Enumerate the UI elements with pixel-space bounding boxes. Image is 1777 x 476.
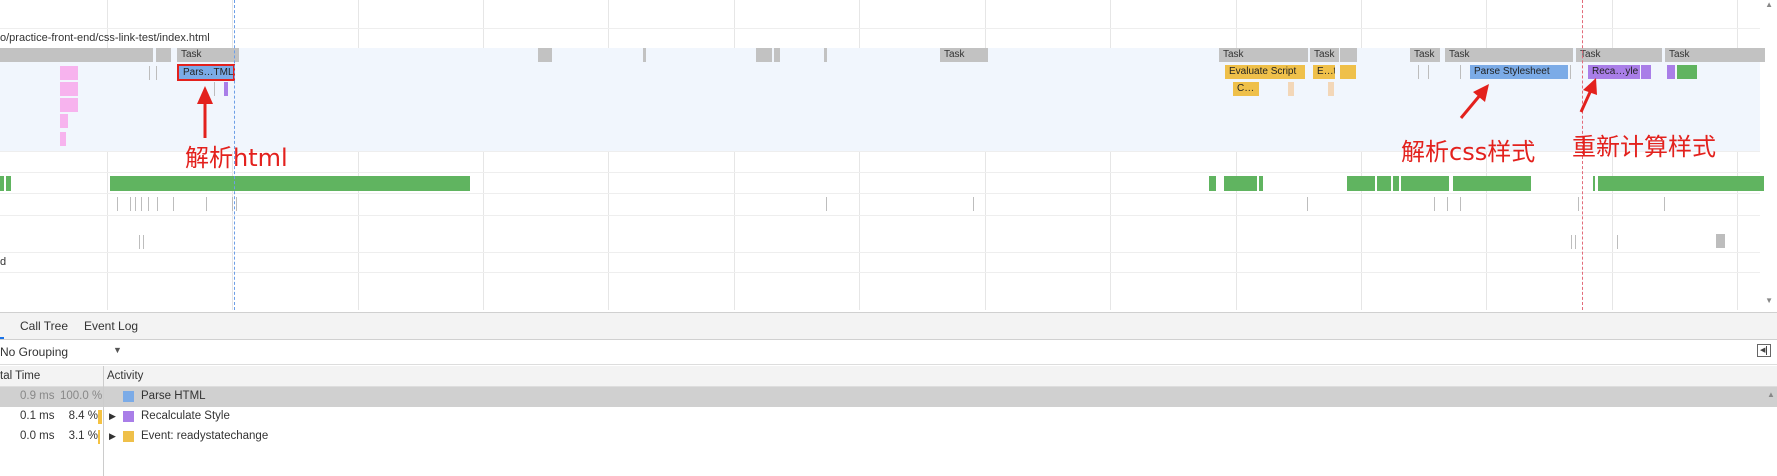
task-block[interactable]: Task bbox=[1310, 48, 1339, 62]
parse-html-event[interactable]: Pars…TML bbox=[177, 64, 235, 81]
event-block[interactable]: C… bbox=[1233, 82, 1259, 96]
row-percent: 8.4 % bbox=[68, 410, 98, 422]
triangle-down-icon: ▼ bbox=[113, 345, 122, 355]
grouping-select[interactable]: No Grouping ▼ bbox=[0, 344, 125, 361]
panel-toggle-icon[interactable]: ◀ bbox=[1757, 344, 1771, 357]
row-activity-name: Parse HTML bbox=[141, 390, 206, 402]
table-row[interactable]: 0.9 ms 100.0 % Parse HTML bbox=[0, 387, 1777, 407]
table-row[interactable]: 0.0 ms 3.1 % ▶ Event: readystatechange bbox=[0, 427, 1777, 447]
event-block[interactable]: E…t bbox=[1313, 65, 1335, 79]
row-percent: 100.0 % bbox=[60, 390, 103, 402]
annotation-recalc-style: 重新计算样式 bbox=[1572, 133, 1716, 161]
task-block[interactable]: Task bbox=[1410, 48, 1440, 62]
task-block[interactable]: Task bbox=[1576, 48, 1662, 62]
annotation-parse-html: 解析html bbox=[185, 144, 288, 172]
parse-stylesheet-event[interactable]: Parse Stylesheet bbox=[1470, 65, 1568, 79]
percent-bar bbox=[98, 430, 100, 444]
row-activity-name: Event: readystatechange bbox=[141, 430, 269, 442]
bottom-tab-bar: Call Tree Event Log bbox=[0, 312, 1777, 340]
tab-call-tree[interactable]: Call Tree bbox=[20, 319, 68, 333]
annotation-arrow-icon bbox=[197, 86, 213, 138]
percent-bar bbox=[98, 410, 102, 424]
page-url: o/practice-front-end/css-link-test/index… bbox=[0, 32, 210, 44]
scroll-up-icon[interactable]: ▲ bbox=[1765, 0, 1773, 9]
evaluate-script-event[interactable]: Evaluate Script bbox=[1225, 65, 1305, 79]
timeline-flamechart[interactable]: o/practice-front-end/css-link-test/index… bbox=[0, 0, 1777, 310]
track-label: d bbox=[0, 256, 7, 268]
tab-event-log[interactable]: Event Log bbox=[84, 319, 138, 333]
grouping-toolbar: No Grouping ▼ ◀ bbox=[0, 340, 1777, 365]
task-block[interactable]: Task bbox=[1445, 48, 1573, 62]
table-header: tal Time Activity bbox=[0, 366, 1777, 387]
task-block[interactable]: Task bbox=[1665, 48, 1765, 62]
scroll-up-icon[interactable]: ▲ bbox=[1767, 390, 1775, 399]
triangle-right-icon[interactable]: ▶ bbox=[109, 431, 116, 442]
col-activity[interactable]: Activity bbox=[107, 370, 143, 382]
row-time: 0.1 ms bbox=[20, 410, 55, 422]
triangle-right-icon[interactable]: ▶ bbox=[109, 411, 116, 422]
col-total-time[interactable]: tal Time bbox=[0, 370, 40, 382]
row-activity-name: Recalculate Style bbox=[141, 410, 230, 422]
row-percent: 3.1 % bbox=[68, 430, 98, 442]
table-row[interactable]: 0.1 ms 8.4 % ▶ Recalculate Style bbox=[0, 407, 1777, 427]
tab-bottom-up[interactable] bbox=[0, 313, 4, 339]
column-divider[interactable] bbox=[103, 366, 104, 476]
category-swatch bbox=[123, 411, 134, 422]
task-block[interactable]: Task bbox=[940, 48, 988, 62]
category-swatch bbox=[123, 391, 134, 402]
row-time: 0.0 ms bbox=[20, 430, 55, 442]
category-swatch bbox=[123, 431, 134, 442]
task-block[interactable]: Task bbox=[177, 48, 239, 62]
grouping-select-value: No Grouping bbox=[0, 345, 69, 359]
row-time: 0.9 ms bbox=[20, 390, 55, 402]
annotation-arrow-icon bbox=[1459, 84, 1489, 119]
annotation-parse-css: 解析css样式 bbox=[1401, 138, 1536, 166]
task-block[interactable]: Task bbox=[1219, 48, 1308, 62]
annotation-arrow-icon bbox=[1579, 78, 1597, 113]
scroll-down-icon[interactable]: ▼ bbox=[1765, 296, 1773, 305]
